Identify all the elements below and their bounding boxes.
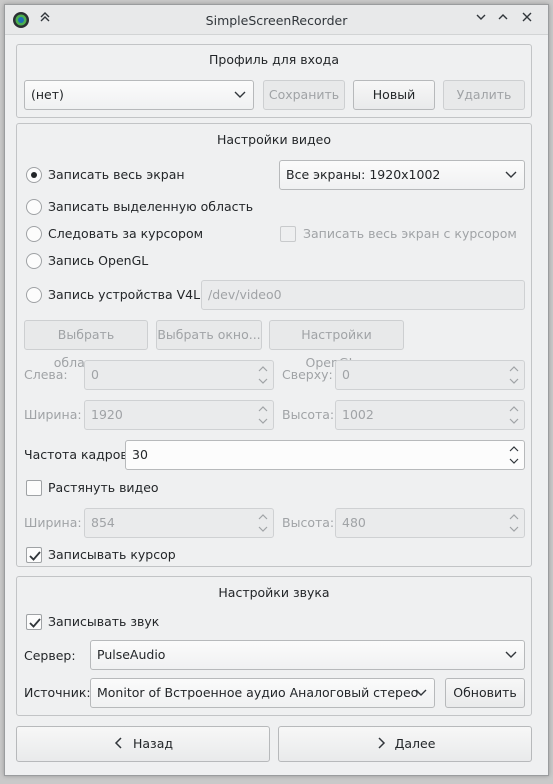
back-label: Назад	[132, 736, 173, 751]
checkmark-icon	[29, 551, 41, 561]
height-value: 1002	[342, 407, 374, 422]
chevron-down-icon	[505, 651, 517, 658]
record-v4l2-label[interactable]: Запись устройства V4L2	[48, 287, 208, 302]
fullscreen-with-cursor-checkbox[interactable]	[280, 226, 296, 242]
profile-group-title: Профиль для входа	[209, 52, 339, 67]
opengl-settings-button[interactable]: Настройки OpenGL...	[269, 320, 404, 370]
record-v4l2-radio[interactable]	[26, 287, 42, 303]
server-select-value: PulseAudio	[97, 647, 166, 662]
left-label: Слева:	[24, 367, 68, 382]
follow-cursor-label[interactable]: Следовать за курсором	[48, 226, 203, 241]
next-button[interactable]: Далее	[278, 726, 532, 762]
spin-arrows-icon[interactable]	[508, 404, 520, 426]
new-profile-button[interactable]: Новый	[353, 80, 435, 110]
height-label: Высота:	[282, 407, 335, 422]
spin-arrows-icon[interactable]	[257, 404, 269, 426]
framerate-spinbox[interactable]: 30	[125, 440, 525, 470]
framerate-label: Частота кадров:	[24, 447, 132, 462]
height-spinbox[interactable]: 1002	[335, 400, 525, 430]
server-label: Сервер:	[24, 648, 76, 663]
scaled-height-value: 480	[342, 515, 366, 530]
source-label: Источник:	[24, 685, 91, 700]
spin-arrows-icon[interactable]	[508, 444, 520, 466]
scaled-width-spinbox[interactable]: 854	[84, 508, 274, 538]
maximize-icon[interactable]	[494, 11, 512, 29]
main-window: SimpleScreenRecorder Профиль для входа (…	[4, 4, 549, 776]
video-settings-group: Настройки видео Записать весь экран Все …	[16, 123, 532, 567]
record-area-radio[interactable]	[26, 199, 42, 215]
checkmark-icon	[29, 618, 41, 628]
video-group-title: Настройки видео	[216, 132, 332, 147]
save-profile-button[interactable]: Сохранить	[263, 80, 345, 110]
record-cursor-checkbox[interactable]	[26, 547, 42, 563]
minimize-icon[interactable]	[472, 11, 490, 29]
fullscreen-with-cursor-label[interactable]: Записать весь экран с курсором	[303, 226, 517, 241]
next-label: Далее	[394, 736, 436, 751]
framerate-value: 30	[132, 447, 148, 462]
profile-select[interactable]: (нет)	[24, 80, 254, 110]
audio-group-title: Настройки звука	[218, 585, 330, 600]
scaled-width-value: 854	[91, 515, 115, 530]
scaled-width-label: Ширина:	[24, 515, 82, 530]
select-area-button[interactable]: Выбрать область...	[24, 320, 148, 370]
scaled-height-spinbox[interactable]: 480	[335, 508, 525, 538]
v4l2-device-input[interactable]: /dev/video0	[201, 280, 525, 310]
profile-select-value: (нет)	[31, 87, 64, 102]
spin-arrows-icon[interactable]	[257, 364, 269, 386]
record-opengl-radio[interactable]	[26, 253, 42, 269]
chevron-down-icon	[505, 171, 517, 178]
record-audio-checkbox[interactable]	[26, 614, 42, 630]
record-area-label[interactable]: Записать выделенную область	[48, 199, 253, 214]
width-label: Ширина:	[24, 407, 82, 422]
audio-settings-group: Настройки звука Записывать звук Сервер: …	[16, 576, 532, 716]
record-fullscreen-label[interactable]: Записать весь экран	[48, 167, 185, 182]
back-button[interactable]: Назад	[16, 726, 270, 762]
chevron-right-icon	[378, 737, 385, 749]
chevron-left-icon	[114, 737, 122, 749]
follow-cursor-radio[interactable]	[26, 226, 42, 242]
spin-arrows-icon[interactable]	[257, 512, 269, 534]
top-value: 0	[342, 367, 350, 382]
record-fullscreen-radio[interactable]	[26, 167, 42, 183]
server-select[interactable]: PulseAudio	[90, 640, 525, 670]
profile-group: Профиль для входа (нет) Сохранить Новый …	[16, 44, 532, 118]
select-window-button[interactable]: Выбрать окно...	[156, 320, 262, 350]
close-icon[interactable]	[518, 11, 536, 29]
title-bar: SimpleScreenRecorder	[5, 5, 548, 35]
top-label: Сверху:	[282, 367, 333, 382]
screens-select[interactable]: Все экраны: 1920x1002	[279, 160, 525, 190]
scaled-height-label: Высота:	[282, 515, 335, 530]
width-spinbox[interactable]: 1920	[84, 400, 274, 430]
record-opengl-label[interactable]: Запись OpenGL	[48, 253, 148, 268]
delete-profile-button[interactable]: Удалить	[443, 80, 525, 110]
record-cursor-label[interactable]: Записывать курсор	[48, 547, 176, 562]
window-title: SimpleScreenRecorder	[205, 13, 348, 28]
left-value: 0	[91, 367, 99, 382]
width-value: 1920	[91, 407, 123, 422]
top-spinbox[interactable]: 0	[335, 360, 525, 390]
source-select[interactable]: Monitor of Встроенное аудио Аналоговый с…	[90, 678, 435, 708]
scale-video-checkbox[interactable]	[26, 480, 42, 496]
refresh-button[interactable]: Обновить	[445, 678, 525, 708]
chevron-down-icon	[415, 689, 427, 696]
screens-select-value: Все экраны: 1920x1002	[286, 167, 441, 182]
chevron-down-icon	[234, 91, 246, 98]
source-select-value: Monitor of Встроенное аудио Аналоговый с…	[97, 685, 419, 700]
left-spinbox[interactable]: 0	[84, 360, 274, 390]
spin-arrows-icon[interactable]	[508, 364, 520, 386]
spin-arrows-icon[interactable]	[508, 512, 520, 534]
record-audio-label[interactable]: Записывать звук	[48, 614, 159, 629]
scale-video-label[interactable]: Растянуть видео	[48, 480, 159, 495]
